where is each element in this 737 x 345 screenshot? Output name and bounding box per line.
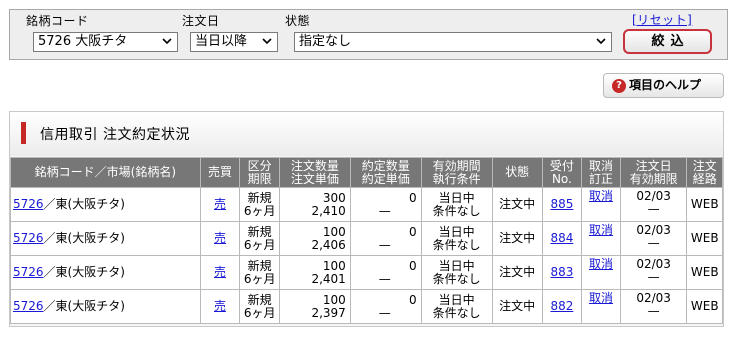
status-value: 指定なし [299, 34, 352, 49]
side-link[interactable]: 売 [214, 197, 226, 211]
stock-code-link[interactable]: 5726 [13, 231, 44, 245]
col-stock: 銘柄コード／市場(銘柄名) [10, 157, 201, 188]
stock-cell: 5726／東(大阪チタ) [10, 255, 201, 290]
market-text: ／東(大阪チタ) [43, 231, 125, 245]
route-cell: WEB [686, 187, 723, 222]
section-title: 信用取引 注文約定状況 [40, 127, 190, 143]
date-cell: 02/03— [619, 221, 688, 256]
help-button[interactable]: ? 項目のヘルプ [603, 73, 724, 98]
valid-cell: 当日中 条件なし [420, 255, 493, 290]
table-row: 5726／東(大阪チタ) 売 新規 6ヶ月 300 2,410 0— 当日中 条件なし… [10, 187, 723, 222]
stock-cell: 5726／東(大阪チタ) [10, 221, 201, 256]
stock-code-link[interactable]: 5726 [13, 265, 44, 279]
valid-cell: 当日中 条件なし [420, 289, 493, 324]
valid-cell: 当日中 条件なし [420, 221, 493, 256]
col-exec: 約定数量 約定単価 [349, 157, 422, 188]
status-cell: 注文中 [491, 221, 543, 256]
help-button-label: 項目のヘルプ [629, 78, 702, 92]
stock-code-link[interactable]: 5726 [13, 299, 44, 313]
table-header-row: 銘柄コード／市場(銘柄名) 売買 区分 期限 注文数量 注文単価 約定数量 約定単価 … [10, 157, 723, 188]
section-header: 信用取引 注文約定状況 [10, 112, 723, 156]
type-cell: 新規 6ヶ月 [239, 221, 280, 256]
valid-cell: 当日中 条件なし [420, 187, 493, 222]
col-valid: 有効期間 執行条件 [420, 157, 493, 188]
chevron-down-icon [596, 33, 608, 51]
market-text: ／東(大阪チタ) [43, 265, 125, 279]
table-row: 5726／東(大阪チタ) 売 新規 6ヶ月 100 2,406 0— 当日中 条件なし… [10, 221, 723, 256]
date-cell: 02/03— [619, 187, 688, 222]
type-cell: 新規 6ヶ月 [239, 187, 280, 222]
col-route: 注文 経路 [686, 157, 723, 188]
filter-panel: 銘柄コード 注文日 状態 [リセット] 5726 大阪チタ 当日以降 指定なし … [9, 9, 728, 60]
receipt-link[interactable]: 884 [550, 231, 573, 245]
type-cell: 新規 6ヶ月 [239, 289, 280, 324]
col-date: 注文日 有効期限 [619, 157, 688, 188]
order-table: 銘柄コード／市場(銘柄名) 売買 区分 期限 注文数量 注文単価 約定数量 約定単価 … [10, 157, 723, 324]
col-cancel: 取消 訂正 [581, 157, 621, 188]
route-cell: WEB [686, 255, 723, 290]
table-row: 5726／東(大阪チタ) 売 新規 6ヶ月 100 2,397 0— 当日中 条件なし… [10, 289, 723, 324]
cancel-link[interactable]: 取消 [589, 291, 613, 305]
market-text: ／東(大阪チタ) [43, 197, 125, 211]
exec-cell: 0— [349, 289, 422, 324]
cancel-link[interactable]: 取消 [589, 257, 613, 271]
cancel-link[interactable]: 取消 [589, 223, 613, 237]
col-side: 売買 [199, 157, 241, 188]
stock-code-select[interactable]: 5726 大阪チタ [33, 32, 178, 52]
table-row: 5726／東(大阪チタ) 売 新規 6ヶ月 100 2,401 0— 当日中 条件なし… [10, 255, 723, 290]
col-qty: 注文数量 注文単価 [278, 157, 351, 188]
exec-cell: 0— [349, 187, 422, 222]
stock-code-link[interactable]: 5726 [13, 197, 44, 211]
question-icon: ? [612, 79, 626, 93]
order-date-value: 当日以降 [195, 34, 248, 49]
col-recv: 受付 No. [541, 157, 583, 188]
receipt-link[interactable]: 882 [550, 299, 573, 313]
col-type: 区分 期限 [239, 157, 280, 188]
receipt-link[interactable]: 885 [550, 197, 573, 211]
status-cell: 注文中 [491, 255, 543, 290]
date-cell: 02/03— [619, 289, 688, 324]
order-status-section: 信用取引 注文約定状況 銘柄コード／市場(銘柄名) 売買 区分 期限 注文数量 注文… [9, 111, 724, 327]
qty-cell: 300 2,410 [278, 187, 351, 222]
stock-code-value: 5726 大阪チタ [38, 34, 128, 49]
chevron-down-icon [262, 33, 274, 51]
stock-cell: 5726／東(大阪チタ) [10, 289, 201, 324]
type-cell: 新規 6ヶ月 [239, 255, 280, 290]
route-cell: WEB [686, 221, 723, 256]
status-label: 状態 [285, 14, 311, 28]
qty-cell: 100 2,406 [278, 221, 351, 256]
side-link[interactable]: 売 [214, 265, 226, 279]
qty-cell: 100 2,397 [278, 289, 351, 324]
order-date-select[interactable]: 当日以降 [190, 32, 278, 52]
reset-link[interactable]: [リセット] [632, 11, 692, 28]
section-accent-bar [21, 122, 26, 144]
status-cell: 注文中 [491, 289, 543, 324]
status-select[interactable]: 指定なし [294, 32, 612, 52]
side-link[interactable]: 売 [214, 231, 226, 245]
narrow-button[interactable]: 絞込 [623, 29, 712, 54]
col-status: 状態 [491, 157, 543, 188]
date-cell: 02/03— [619, 255, 688, 290]
receipt-link[interactable]: 883 [550, 265, 573, 279]
cancel-link[interactable]: 取消 [589, 189, 613, 203]
side-link[interactable]: 売 [214, 299, 226, 313]
qty-cell: 100 2,401 [278, 255, 351, 290]
exec-cell: 0— [349, 255, 422, 290]
status-cell: 注文中 [491, 187, 543, 222]
stock-code-label: 銘柄コード [26, 14, 89, 28]
route-cell: WEB [686, 289, 723, 324]
order-date-label: 注文日 [182, 14, 220, 28]
stock-cell: 5726／東(大阪チタ) [10, 187, 201, 222]
chevron-down-icon [162, 33, 174, 51]
exec-cell: 0— [349, 221, 422, 256]
market-text: ／東(大阪チタ) [43, 299, 125, 313]
